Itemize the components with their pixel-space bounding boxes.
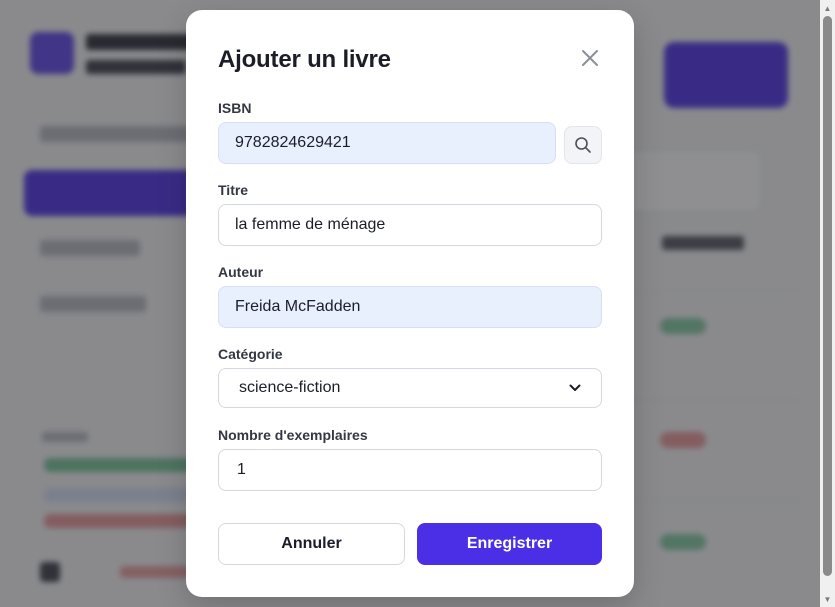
add-book-dialog: Ajouter un livre ISBN Titre Auteur Catég…	[186, 10, 634, 597]
chevron-down-icon	[569, 384, 581, 391]
title-input[interactable]	[218, 204, 602, 246]
isbn-search-button[interactable]	[564, 126, 602, 164]
scroll-up-arrow-icon[interactable]: ▲	[820, 0, 835, 16]
isbn-input[interactable]	[218, 122, 556, 164]
page-scrollbar[interactable]: ▲ ▼	[820, 0, 835, 607]
isbn-label: ISBN	[218, 100, 252, 116]
title-label: Titre	[218, 182, 249, 198]
save-button[interactable]: Enregistrer	[417, 523, 602, 565]
close-button[interactable]	[578, 46, 602, 70]
close-icon	[582, 50, 598, 66]
dialog-title: Ajouter un livre	[218, 46, 391, 73]
category-selected-value: science-fiction	[239, 379, 341, 396]
search-icon	[575, 137, 591, 153]
category-label: Catégorie	[218, 346, 283, 362]
cancel-button[interactable]: Annuler	[218, 523, 405, 565]
author-label: Auteur	[218, 264, 264, 280]
scrollbar-thumb[interactable]	[823, 16, 832, 576]
category-select[interactable]: science-fiction	[218, 368, 602, 408]
scroll-down-arrow-icon[interactable]: ▼	[820, 591, 835, 607]
copies-input[interactable]	[218, 449, 602, 491]
author-input[interactable]	[218, 286, 602, 328]
copies-label: Nombre d'exemplaires	[218, 427, 368, 443]
